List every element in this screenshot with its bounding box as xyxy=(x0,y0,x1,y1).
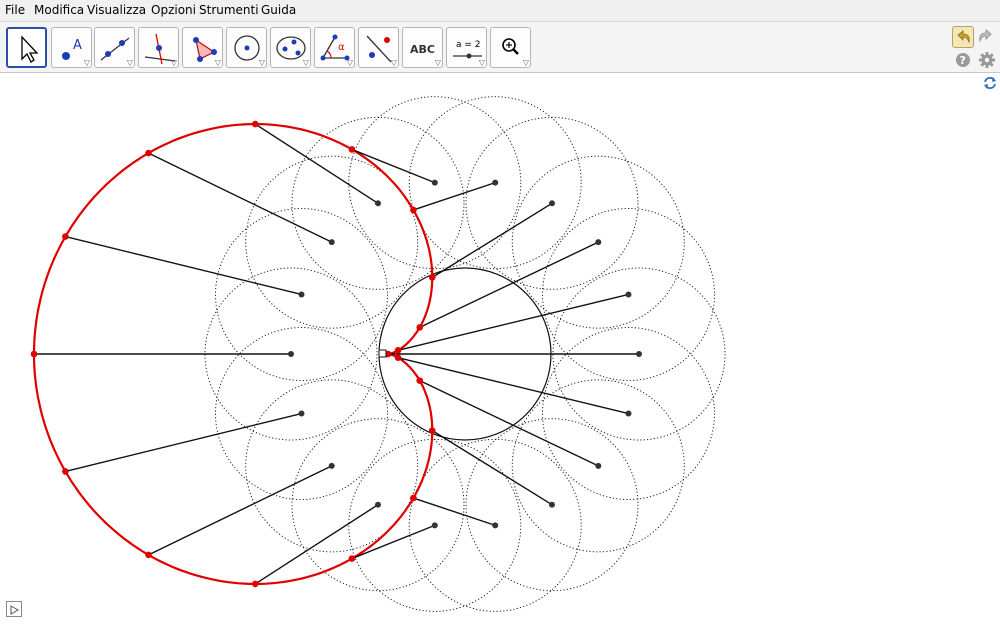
radius-segment[interactable] xyxy=(397,293,629,352)
text-tool-label: ABC xyxy=(410,43,435,56)
locus-point[interactable] xyxy=(416,324,424,331)
cursor-arrow-icon xyxy=(21,35,39,63)
locus-point[interactable] xyxy=(62,468,69,475)
radius-segment[interactable] xyxy=(351,148,436,184)
locus-point[interactable] xyxy=(410,494,417,502)
redo-icon xyxy=(979,29,992,43)
menu-modifica[interactable]: Modifica xyxy=(34,3,84,17)
center-point[interactable] xyxy=(625,291,632,298)
radius-segment[interactable] xyxy=(254,123,379,204)
svg-text:?: ? xyxy=(960,54,966,67)
locus-point[interactable] xyxy=(251,580,259,588)
geometry-canvas[interactable] xyxy=(0,73,1000,625)
radius-segment[interactable] xyxy=(65,235,302,296)
menu-file[interactable]: File xyxy=(5,3,25,17)
locus-point[interactable] xyxy=(251,120,259,128)
radius-segment[interactable] xyxy=(397,356,629,415)
radius-segment[interactable] xyxy=(419,379,599,467)
radius-segment[interactable] xyxy=(431,202,553,278)
center-point[interactable] xyxy=(298,410,305,417)
menu-bar: File Modifica Visualizza Opzioni Strumen… xyxy=(0,0,1000,22)
radius-segment[interactable] xyxy=(413,181,496,211)
center-point[interactable] xyxy=(375,501,381,508)
center-point[interactable] xyxy=(431,179,438,186)
circle-tool-button[interactable]: ▽ xyxy=(226,27,267,68)
play-icon xyxy=(10,605,20,615)
locus-point[interactable] xyxy=(348,146,356,153)
radius-segment[interactable] xyxy=(148,465,333,556)
graphics-view[interactable] xyxy=(0,73,1000,625)
radius-segment[interactable] xyxy=(413,497,496,527)
center-point[interactable] xyxy=(636,351,642,357)
redo-button[interactable] xyxy=(976,26,996,46)
zoom-tool-button[interactable]: ▽ xyxy=(490,27,531,68)
center-point[interactable] xyxy=(492,522,499,529)
locus-point[interactable] xyxy=(394,347,402,354)
angle-tool-label: α xyxy=(338,42,345,53)
center-point[interactable] xyxy=(431,522,438,529)
perpendicular-tool-button[interactable]: ▽ xyxy=(138,27,179,68)
menu-visualizza[interactable]: Visualizza xyxy=(87,3,146,17)
menu-opzioni[interactable]: Opzioni xyxy=(151,3,196,17)
reflect-tool-button[interactable]: ▽ xyxy=(358,27,399,68)
radius-segment[interactable] xyxy=(431,430,553,506)
settings-button[interactable] xyxy=(978,51,996,69)
radius-segment[interactable] xyxy=(148,152,333,243)
angle-tool-button[interactable]: α ▽ xyxy=(314,27,355,68)
center-point[interactable] xyxy=(328,462,335,469)
locus-point[interactable] xyxy=(410,206,417,214)
help-button[interactable]: ? xyxy=(955,52,971,68)
menu-strumenti[interactable]: Strumenti xyxy=(199,3,259,17)
locus-point[interactable] xyxy=(348,555,356,562)
move-tool-button[interactable] xyxy=(6,27,47,68)
radius-segment[interactable] xyxy=(254,504,379,585)
refresh-icon xyxy=(984,77,996,89)
point-tool-button[interactable]: A ▽ xyxy=(51,27,92,68)
undo-button[interactable] xyxy=(952,26,974,48)
locus-point[interactable] xyxy=(394,354,402,361)
polygon-tool-button[interactable]: ▽ xyxy=(182,27,223,68)
line-tool-button[interactable]: ▽ xyxy=(94,27,135,68)
toolbar: A ▽ ▽ ▽ ▽ ▽ ▽ α ▽ ▽ ABC ▽ a = 2 ▽ ▽ xyxy=(0,22,1000,73)
locus-point[interactable] xyxy=(145,551,152,559)
center-point[interactable] xyxy=(625,410,632,417)
center-point[interactable] xyxy=(549,200,555,207)
help-icon: ? xyxy=(956,53,970,67)
locus-point[interactable] xyxy=(30,350,38,358)
center-point[interactable] xyxy=(549,501,555,508)
locus-point[interactable] xyxy=(145,149,152,157)
radius-segment[interactable] xyxy=(65,412,302,473)
undo-icon xyxy=(957,30,970,44)
locus-point[interactable] xyxy=(428,274,436,281)
locus-point[interactable] xyxy=(428,427,436,434)
center-point[interactable] xyxy=(298,291,305,298)
center-point[interactable] xyxy=(595,239,602,246)
pole-point[interactable] xyxy=(378,349,387,358)
text-tool-button[interactable]: ABC ▽ xyxy=(402,27,443,68)
locus-point[interactable] xyxy=(416,377,424,384)
menu-guida[interactable]: Guida xyxy=(261,3,296,17)
play-animation-button[interactable] xyxy=(6,601,22,617)
center-point[interactable] xyxy=(595,462,602,469)
point-tool-label: A xyxy=(73,38,82,53)
locus-point[interactable] xyxy=(62,233,69,240)
gear-icon xyxy=(979,52,995,68)
refresh-view-button[interactable] xyxy=(982,75,998,91)
center-point[interactable] xyxy=(375,200,381,207)
conic-tool-button[interactable]: ▽ xyxy=(270,27,311,68)
center-point[interactable] xyxy=(328,239,335,246)
slider-tool-button[interactable]: a = 2 ▽ xyxy=(446,27,487,68)
radius-segment[interactable] xyxy=(351,524,436,560)
slider-tool-label: a = 2 xyxy=(456,40,481,50)
center-point[interactable] xyxy=(492,179,499,186)
center-point[interactable] xyxy=(288,351,294,357)
